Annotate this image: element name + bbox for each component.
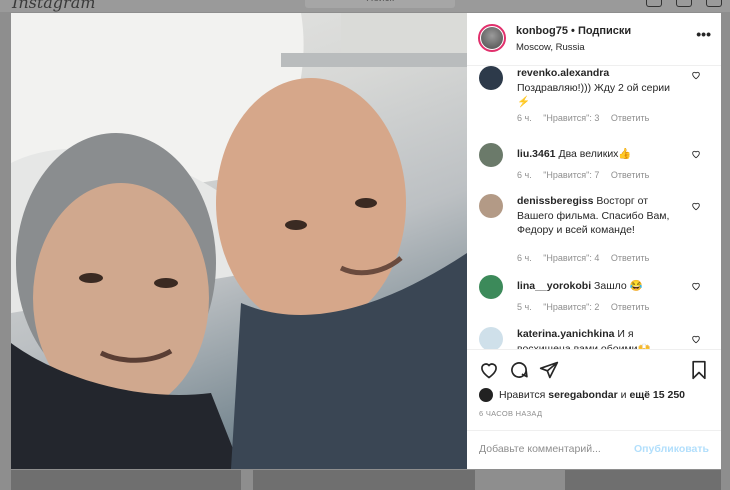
comment-like-heart-icon[interactable] (691, 201, 701, 211)
liker-username[interactable]: seregabondar (548, 389, 617, 401)
reply-button[interactable]: Ответить (611, 302, 649, 312)
post-details-panel: konbog75 • Подписки Moscow, Russia ••• r… (467, 13, 721, 469)
comment-like-count[interactable]: "Нравится": 7 (543, 170, 599, 180)
comment-username[interactable]: revenko.alexandra (517, 67, 609, 79)
comment-text: liu.3461 Два великих👍 (517, 147, 679, 162)
comment-body: Поздравляю!))) Жду 2 ой серии ⚡ (517, 81, 671, 109)
author-username[interactable]: konbog75 (516, 25, 568, 37)
comment-text: lina__yorokobi Зашло 😂 (517, 279, 679, 294)
author-username-row: konbog75 • Подписки (516, 25, 631, 37)
post-photo-illustration (11, 13, 467, 469)
comment-body: Зашло 😂 (594, 280, 643, 292)
comment-username[interactable]: denissberegiss (517, 195, 593, 207)
comment-meta: 6 ч. "Нравится": 4 Ответить (517, 253, 658, 263)
publish-button[interactable]: Опубликовать (634, 443, 709, 455)
top-nav-icons (646, 0, 722, 7)
comment-input[interactable]: Добавьте комментарий... (479, 443, 601, 455)
separator-dot: • (571, 25, 575, 37)
share-paper-plane-icon[interactable] (539, 360, 559, 380)
following-button[interactable]: Подписки (578, 25, 631, 37)
comment-avatar[interactable] (479, 194, 503, 218)
post-header: konbog75 • Подписки Moscow, Russia ••• (467, 13, 721, 66)
activity-icon[interactable] (706, 0, 722, 7)
post-location[interactable]: Moscow, Russia (516, 42, 585, 53)
comment-time[interactable]: 6 ч. (517, 113, 532, 123)
comment-like-count[interactable]: "Нравится": 3 (543, 113, 599, 123)
likes-count[interactable]: ещё 15 250 (629, 389, 685, 401)
comment-text: denissberegiss Восторг от Вашего фильма.… (517, 194, 679, 238)
comment-like-heart-icon[interactable] (691, 334, 701, 344)
comment-time[interactable]: 6 ч. (517, 170, 532, 180)
comments-list[interactable]: revenko.alexandra Поздравляю!))) Жду 2 о… (467, 66, 721, 349)
likes-prefix: Нравится (499, 389, 546, 401)
comment-text: revenko.alexandra Поздравляю!))) Жду 2 о… (517, 66, 679, 110)
comment-username[interactable]: katerina.yanichkina (517, 328, 614, 340)
comment-like-heart-icon[interactable] (691, 281, 701, 291)
top-navigation-bar: Instagram Поиск (0, 0, 730, 12)
reply-button[interactable]: Ответить (611, 170, 649, 180)
reply-button[interactable]: Ответить (611, 113, 649, 123)
explore-icon[interactable] (676, 0, 692, 7)
comment-like-heart-icon[interactable] (691, 149, 701, 159)
post-timestamp[interactable]: 6 ЧАСОВ НАЗАД (479, 409, 542, 418)
comment-meta: 6 ч. "Нравится": 7 Ответить (517, 170, 658, 180)
comment-bubble-icon[interactable] (509, 360, 529, 380)
like-heart-icon[interactable] (479, 360, 499, 380)
instagram-logo[interactable]: Instagram (12, 0, 95, 12)
comment-body: Два великих👍 (558, 148, 632, 160)
likes-conjunction: и (620, 389, 627, 401)
comment-username[interactable]: lina__yorokobi (517, 280, 591, 292)
comment-meta: 5 ч. "Нравится": 2 Ответить (517, 302, 658, 312)
author-avatar[interactable] (478, 24, 506, 52)
comment-avatar[interactable] (479, 66, 503, 90)
comment-avatar[interactable] (479, 327, 503, 349)
more-options-icon[interactable]: ••• (696, 27, 711, 41)
comment-time[interactable]: 6 ч. (517, 253, 532, 263)
home-icon[interactable] (646, 0, 662, 7)
comment-avatar[interactable] (479, 275, 503, 299)
search-input[interactable]: Поиск (305, 0, 455, 8)
comment-time[interactable]: 5 ч. (517, 302, 532, 312)
comment-like-count[interactable]: "Нравится": 2 (543, 302, 599, 312)
post-actions-bar (467, 349, 721, 388)
comment-text: katerina.yanichkina И я восхищена вами о… (517, 327, 679, 349)
likes-summary: Нравится seregabondar и ещё 15 250 (479, 388, 685, 402)
comment-avatar[interactable] (479, 143, 503, 167)
comment-like-heart-icon[interactable] (691, 70, 701, 80)
post-photo[interactable] (11, 13, 467, 469)
comment-like-count[interactable]: "Нравится": 4 (543, 253, 599, 263)
background-post-thumbnail[interactable] (11, 470, 241, 490)
reply-button[interactable]: Ответить (611, 253, 649, 263)
liker-avatar[interactable] (479, 388, 493, 402)
comment-username[interactable]: liu.3461 (517, 148, 556, 160)
add-comment-bar: Добавьте комментарий... Опубликовать (467, 430, 721, 470)
background-post-thumbnail[interactable] (253, 470, 475, 490)
save-bookmark-icon[interactable] (689, 360, 709, 380)
comment-meta: 6 ч. "Нравится": 3 Ответить (517, 113, 658, 123)
background-post-thumbnail[interactable] (565, 470, 721, 490)
